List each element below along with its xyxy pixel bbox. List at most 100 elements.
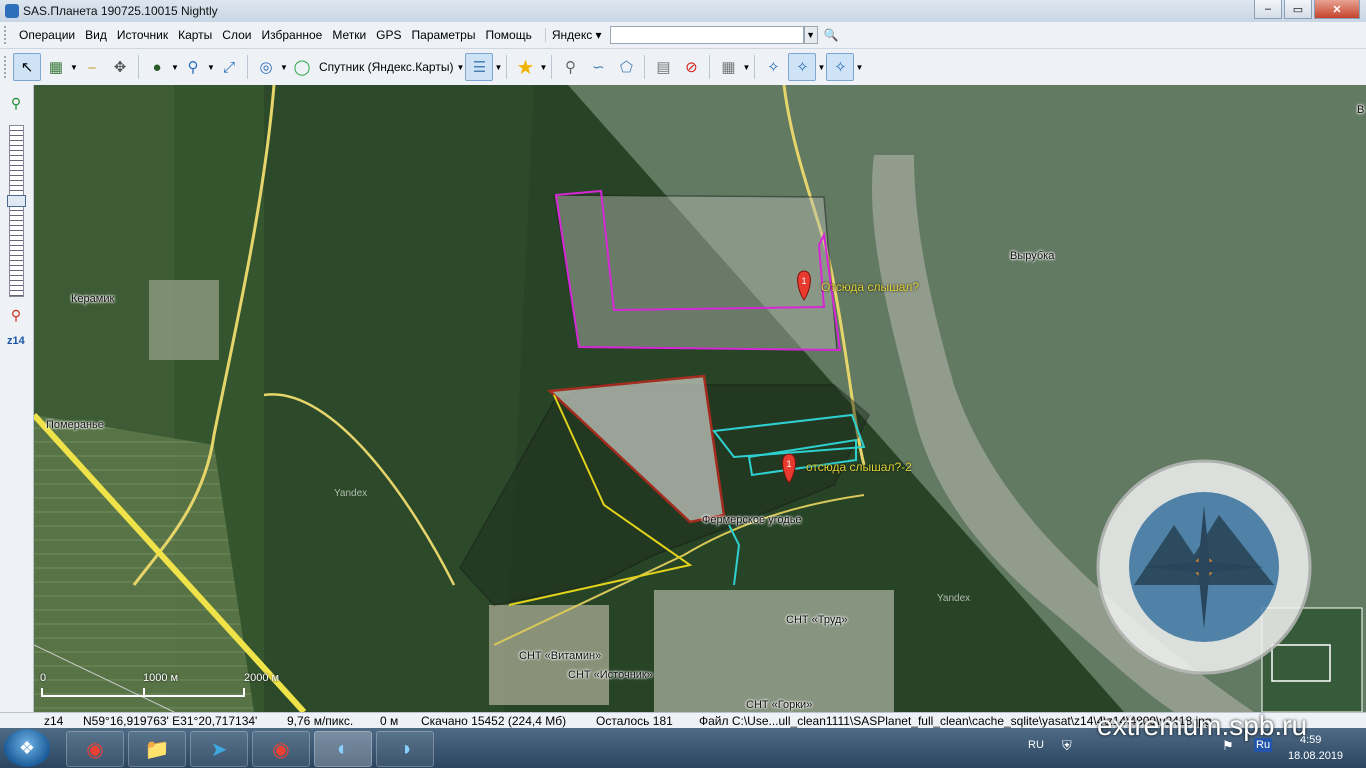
- compass-icon[interactable]: ✥: [107, 54, 133, 80]
- separator: [644, 55, 646, 79]
- close-button[interactable]: ✕: [1314, 0, 1360, 19]
- svg-text:1: 1: [786, 459, 791, 469]
- add-path-icon[interactable]: ∽: [585, 54, 611, 80]
- marks-list-icon[interactable]: ▤: [650, 54, 676, 80]
- chevron-down-icon[interactable]: ▼: [456, 63, 464, 72]
- menu-layers[interactable]: Слои: [217, 28, 256, 42]
- add-polygon-icon[interactable]: ⬠: [613, 54, 639, 80]
- extremum-logo: [1096, 459, 1312, 675]
- minimize-button[interactable]: –: [1254, 0, 1282, 19]
- search-provider-select[interactable]: Яндекс ▾: [544, 28, 608, 42]
- zoom-in-icon[interactable]: ⚲: [8, 95, 24, 111]
- zoom-slider[interactable]: [9, 125, 24, 297]
- chevron-down-icon[interactable]: ▼: [855, 63, 863, 72]
- separator: [506, 55, 508, 79]
- scale-label: 2000 м: [244, 672, 280, 684]
- chevron-down-icon[interactable]: ▼: [539, 63, 547, 72]
- place-label: СНТ «Труд»: [786, 614, 848, 626]
- window-controls: – ▭ ✕: [1254, 0, 1360, 19]
- window-title: SAS.Планета 190725.10015 Nightly: [23, 4, 218, 18]
- separator: [138, 55, 139, 79]
- status-zoom: z14: [44, 714, 64, 728]
- chrome-icon[interactable]: ◉: [252, 731, 310, 767]
- gps-icon[interactable]: ◎: [253, 54, 279, 80]
- placemark-label[interactable]: Отсюда слышал?: [821, 280, 919, 294]
- map-source-icon[interactable]: ◯: [289, 54, 315, 80]
- search-history-dropdown[interactable]: ▼: [803, 26, 818, 44]
- gps-center-icon[interactable]: ✧: [826, 53, 855, 81]
- zoom-panel: ⚲ ⚲ z14: [0, 85, 34, 712]
- zoom-icon[interactable]: ⚲: [180, 54, 206, 80]
- menu-settings[interactable]: Параметры: [407, 28, 481, 42]
- status-remaining: Осталось 181: [596, 714, 673, 728]
- chevron-down-icon[interactable]: ▼: [280, 63, 288, 72]
- separator: [754, 55, 756, 79]
- toolbar-grip[interactable]: [4, 56, 10, 78]
- menu-view[interactable]: Вид: [80, 28, 112, 42]
- start-button[interactable]: ❖: [4, 729, 50, 767]
- status-resolution: 9,76 м/пикс.: [287, 714, 354, 728]
- map-watermark: Yandex: [937, 593, 971, 604]
- menu-gps[interactable]: GPS: [371, 28, 406, 42]
- map-canvas[interactable]: 1 1: [34, 85, 1366, 712]
- grid-icon[interactable]: ▦: [715, 54, 741, 80]
- chevron-down-icon[interactable]: ▼: [70, 63, 78, 72]
- chrome-icon[interactable]: ◉: [66, 731, 124, 767]
- clock-date[interactable]: 18.08.2019: [1288, 750, 1343, 762]
- place-label: СНТ «Витамин»: [519, 650, 602, 662]
- chevron-down-icon[interactable]: ▼: [742, 63, 750, 72]
- maximize-button[interactable]: ▭: [1284, 0, 1312, 19]
- chevron-down-icon[interactable]: ▼: [207, 63, 215, 72]
- menu-favorites[interactable]: Избранное: [256, 28, 327, 42]
- scale-label: 0: [40, 672, 47, 684]
- ruler-icon[interactable]: ⎯: [79, 54, 105, 80]
- add-placemark-icon[interactable]: ⚲: [557, 54, 583, 80]
- menu-source[interactable]: Источник: [112, 28, 173, 42]
- gps-track-icon[interactable]: ✧: [760, 54, 786, 80]
- fullscreen-icon[interactable]: ⤢: [216, 54, 242, 80]
- place-label: СНТ «Источник»: [568, 669, 653, 681]
- separator: [247, 55, 248, 79]
- main-toolbar: ↖ ▦ ▼ ⎯ ✥ ● ▼ ⚲ ▼ ⤢ ◎ ▼ ◯ Спутник (Яндек…: [0, 49, 1366, 86]
- chevron-down-icon[interactable]: ▼: [817, 63, 825, 72]
- menu-maps[interactable]: Карты: [173, 28, 217, 42]
- menu-marks[interactable]: Метки: [327, 28, 371, 42]
- separator: [709, 55, 711, 79]
- map-type-label[interactable]: Спутник (Яндекс.Карты): [316, 60, 456, 74]
- pointer-tool-icon[interactable]: ↖: [13, 53, 41, 81]
- search-area-polygon: [553, 194, 838, 351]
- zoom-out-icon[interactable]: ⚲: [8, 307, 24, 323]
- placemark-label[interactable]: отсюда слышал?-2: [806, 460, 912, 474]
- svg-text:1: 1: [801, 276, 806, 286]
- telegram-icon[interactable]: ➤: [190, 731, 248, 767]
- globe-icon[interactable]: ●: [144, 54, 170, 80]
- chevron-down-icon[interactable]: ▼: [494, 63, 502, 72]
- toolbar-grip[interactable]: [4, 26, 10, 44]
- star-icon[interactable]: ★: [512, 54, 538, 80]
- title-bar: SAS.Планета 190725.10015 Nightly – ▭ ✕: [0, 0, 1366, 22]
- hide-marks-icon[interactable]: ⊘: [678, 54, 704, 80]
- sasplanet-icon[interactable]: ◐: [314, 731, 372, 767]
- place-label: В: [1357, 104, 1365, 116]
- place-label: Фермерское угодье: [702, 514, 802, 526]
- place-label: Керамик: [71, 293, 115, 305]
- search-input[interactable]: [609, 26, 804, 44]
- map-view[interactable]: 1 1 Керамик Померанье Вырубка Фермерское…: [34, 85, 1366, 712]
- search-icon[interactable]: 🔍: [824, 28, 839, 42]
- language-indicator[interactable]: RU: [1028, 739, 1044, 751]
- place-label: СНТ «Горки»: [746, 699, 813, 711]
- place-label: Вырубка: [1010, 250, 1055, 262]
- menu-bar: Операции Вид Источник Карты Слои Избранн…: [0, 22, 1366, 49]
- folder-icon[interactable]: 📁: [128, 731, 186, 767]
- gps-follow-icon[interactable]: ✧: [788, 53, 817, 81]
- app-icon[interactable]: ◑: [376, 731, 434, 767]
- status-coordinates: N59°16,919763' E31°20,717134': [83, 714, 258, 728]
- menu-operations[interactable]: Операции: [14, 28, 80, 42]
- select-area-icon[interactable]: ▦: [43, 54, 69, 80]
- layers-icon[interactable]: ☰: [465, 53, 494, 81]
- shield-icon[interactable]: ⛨: [1062, 738, 1072, 754]
- menu-help[interactable]: Помощь: [480, 28, 536, 42]
- chevron-down-icon[interactable]: ▼: [171, 63, 179, 72]
- app-icon: [5, 4, 19, 18]
- zoom-slider-thumb[interactable]: [7, 195, 26, 207]
